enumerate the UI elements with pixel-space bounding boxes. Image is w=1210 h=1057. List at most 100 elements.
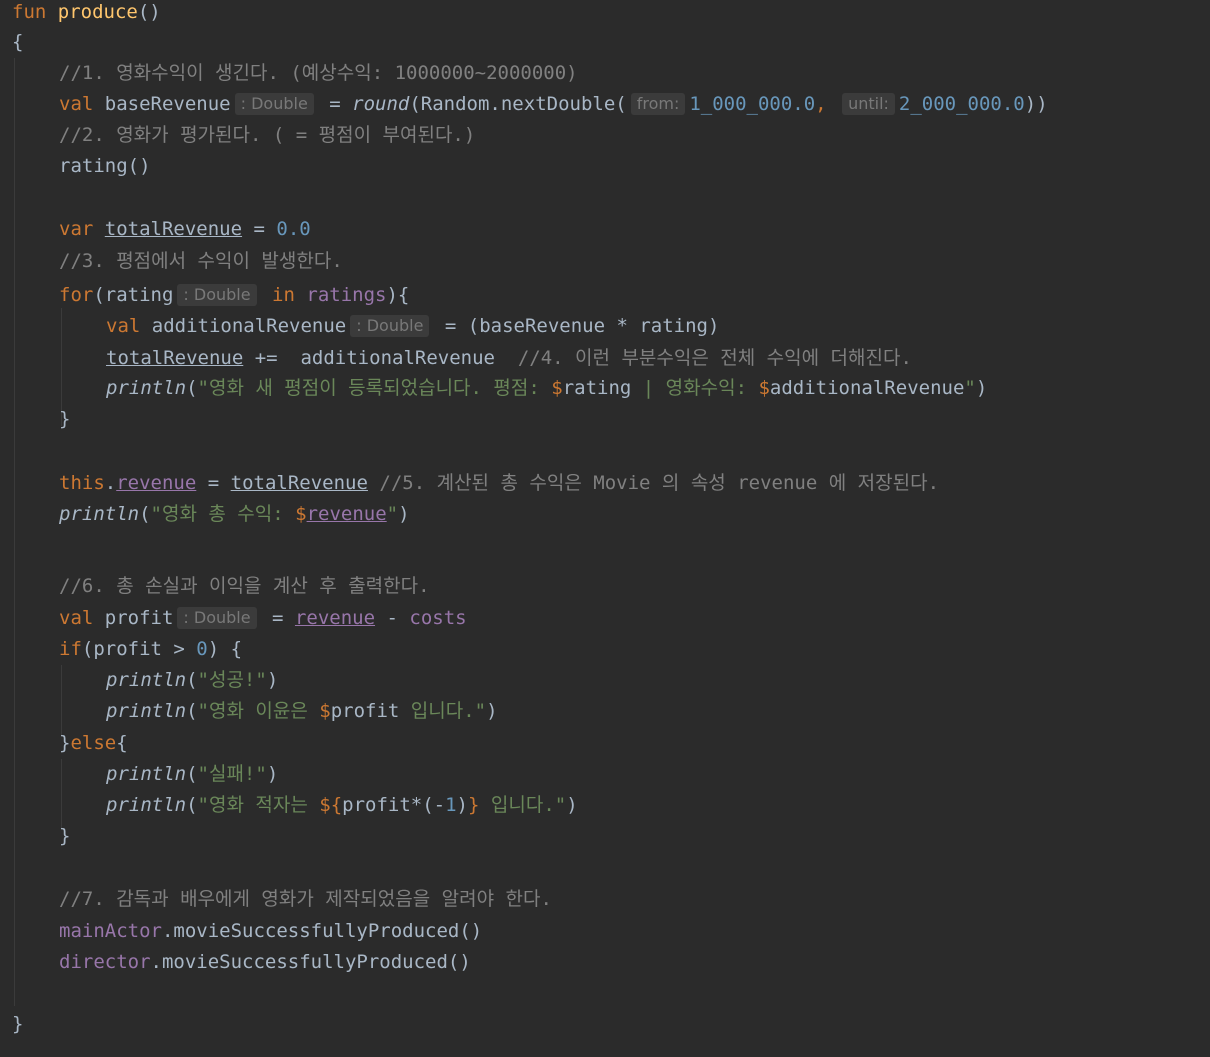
code-line-13: println("영화 새 평점이 등록되었습니다. 평점: $rating |… bbox=[106, 373, 987, 404]
template-var: rating bbox=[562, 377, 632, 399]
template-dollar: $ bbox=[551, 377, 563, 399]
property: costs bbox=[409, 607, 467, 629]
code-line-16: this.revenue = totalRevenue //5. 계산된 총 수… bbox=[59, 468, 939, 499]
function-name: produce bbox=[57, 1, 138, 23]
variable-name: additionalRevenue bbox=[151, 315, 347, 337]
string: 입니다." bbox=[399, 700, 487, 722]
code-line-10: for(rating: Double in ratings){ bbox=[59, 280, 409, 311]
code-line-24: }else{ bbox=[59, 728, 128, 759]
code-line-21: if(profit > 0) { bbox=[59, 634, 242, 665]
code-line-30: mainActor.movieSuccessfullyProduced() bbox=[59, 916, 482, 947]
code-editor[interactable]: fun produce() { //1. 영화수익이 생긴다. (예상수익: 1… bbox=[0, 0, 1210, 1057]
code-line-8: var totalRevenue = 0.0 bbox=[59, 214, 311, 245]
code-text: ( bbox=[139, 503, 151, 525]
brace: } bbox=[12, 1013, 24, 1035]
operator: = bbox=[207, 472, 220, 494]
operator: - bbox=[386, 607, 398, 629]
number: 1 bbox=[445, 794, 457, 816]
template-var: revenue bbox=[306, 503, 387, 525]
param-hint: until: bbox=[842, 93, 895, 115]
code-text: . bbox=[104, 472, 117, 494]
comma: , bbox=[815, 93, 827, 115]
string: "실패!" bbox=[197, 763, 267, 785]
keyword: for bbox=[59, 284, 94, 306]
code-text: ) bbox=[975, 377, 988, 399]
property: revenue bbox=[116, 472, 197, 494]
brace: { bbox=[12, 31, 24, 53]
code-line-12: totalRevenue += additionalRevenue //4. 이… bbox=[106, 343, 912, 374]
string: "영화 이윤은 bbox=[197, 700, 320, 722]
keyword: val bbox=[59, 607, 94, 629]
property: director bbox=[59, 951, 151, 973]
code-line-17: println("영화 총 수익: $revenue") bbox=[59, 499, 410, 530]
template-dollar: ${ bbox=[319, 794, 343, 816]
code-line-33: } bbox=[12, 1009, 23, 1040]
function-call: round bbox=[352, 93, 410, 115]
type-hint: : Double bbox=[350, 315, 430, 337]
code-text: ){ bbox=[386, 284, 410, 306]
comment: //3. 평점에서 수익이 발생한다. bbox=[59, 250, 343, 272]
code-text: ) bbox=[398, 503, 410, 525]
code-line-6: rating() bbox=[59, 151, 151, 182]
code-line-4: val baseRevenue: Double = round(Random.n… bbox=[59, 89, 1048, 120]
string: "영화 총 수익: bbox=[150, 503, 296, 525]
indent-guide bbox=[61, 759, 62, 829]
keyword: fun bbox=[12, 1, 47, 23]
function-call: println bbox=[106, 669, 187, 691]
function-call: println bbox=[106, 700, 187, 722]
param-hint: from: bbox=[630, 93, 686, 115]
code-line-29: //7. 감독과 배우에게 영화가 제작되었음을 알려야 한다. bbox=[59, 884, 552, 915]
code-text: ) { bbox=[207, 638, 243, 660]
code-line-11: val additionalRevenue: Double = (baseRev… bbox=[106, 311, 719, 342]
code-text: ( bbox=[186, 700, 198, 722]
code-text: ) bbox=[566, 794, 578, 816]
template-dollar: $ bbox=[758, 377, 770, 399]
code-line-31: director.movieSuccessfullyProduced() bbox=[59, 947, 471, 978]
code-line-23: println("영화 이윤은 $profit 입니다.") bbox=[106, 696, 498, 727]
template-var: profit bbox=[330, 700, 400, 722]
template-dollar: $ bbox=[319, 700, 331, 722]
code-line-3: //1. 영화수익이 생긴다. (예상수익: 1000000~2000000) bbox=[59, 58, 578, 89]
keyword: this bbox=[59, 472, 105, 494]
code-text: ) bbox=[266, 669, 279, 691]
indent-guide bbox=[14, 58, 15, 1006]
code-text: ( bbox=[186, 794, 198, 816]
code-text: (profit > bbox=[81, 638, 197, 660]
code-text: )) bbox=[1024, 93, 1048, 115]
code-text: ) bbox=[266, 763, 279, 785]
string: 입니다." bbox=[479, 794, 567, 816]
string: | 영화수익: bbox=[631, 377, 759, 399]
variable-name: baseRevenue bbox=[104, 93, 231, 115]
string: " bbox=[964, 377, 976, 399]
variable-name: totalRevenue bbox=[106, 347, 244, 369]
property: ratings bbox=[306, 284, 387, 306]
keyword: val bbox=[59, 93, 94, 115]
code-line-26: println("영화 적자는 ${profit*(-1)} 입니다.") bbox=[106, 790, 578, 821]
code-line-25: println("실패!") bbox=[106, 759, 278, 790]
template-expr: ) bbox=[456, 794, 468, 816]
brace: } bbox=[59, 408, 71, 430]
property: mainActor bbox=[59, 920, 162, 942]
number: 0 bbox=[196, 638, 208, 660]
string: "영화 새 평점이 등록되었습니다. 평점: bbox=[197, 377, 552, 399]
template-var: additionalRevenue bbox=[769, 377, 965, 399]
code-line-27: } bbox=[59, 821, 70, 852]
function-call: println bbox=[59, 503, 140, 525]
template-dollar: $ bbox=[295, 503, 307, 525]
operator: = bbox=[272, 607, 284, 629]
type-hint: : Double bbox=[177, 284, 257, 306]
number: 2_000_000.0 bbox=[898, 93, 1025, 115]
comment: //5. 계산된 총 수익은 Movie 의 속성 revenue 에 저장된다… bbox=[379, 472, 940, 494]
code-text: += additionalRevenue bbox=[254, 347, 495, 369]
code-text: (Random.nextDouble( bbox=[409, 93, 627, 115]
keyword: else bbox=[70, 732, 117, 754]
type-hint: : Double bbox=[177, 607, 257, 629]
code-line-22: println("성공!") bbox=[106, 665, 278, 696]
code-line-1: fun produce() bbox=[12, 0, 161, 28]
code-text: ( bbox=[186, 669, 198, 691]
number: 0.0 bbox=[276, 218, 311, 240]
type-hint: : Double bbox=[234, 93, 314, 115]
code-text: .movieSuccessfullyProduced() bbox=[161, 920, 483, 942]
variable-name: totalRevenue bbox=[104, 218, 243, 240]
string: "성공!" bbox=[197, 669, 267, 691]
